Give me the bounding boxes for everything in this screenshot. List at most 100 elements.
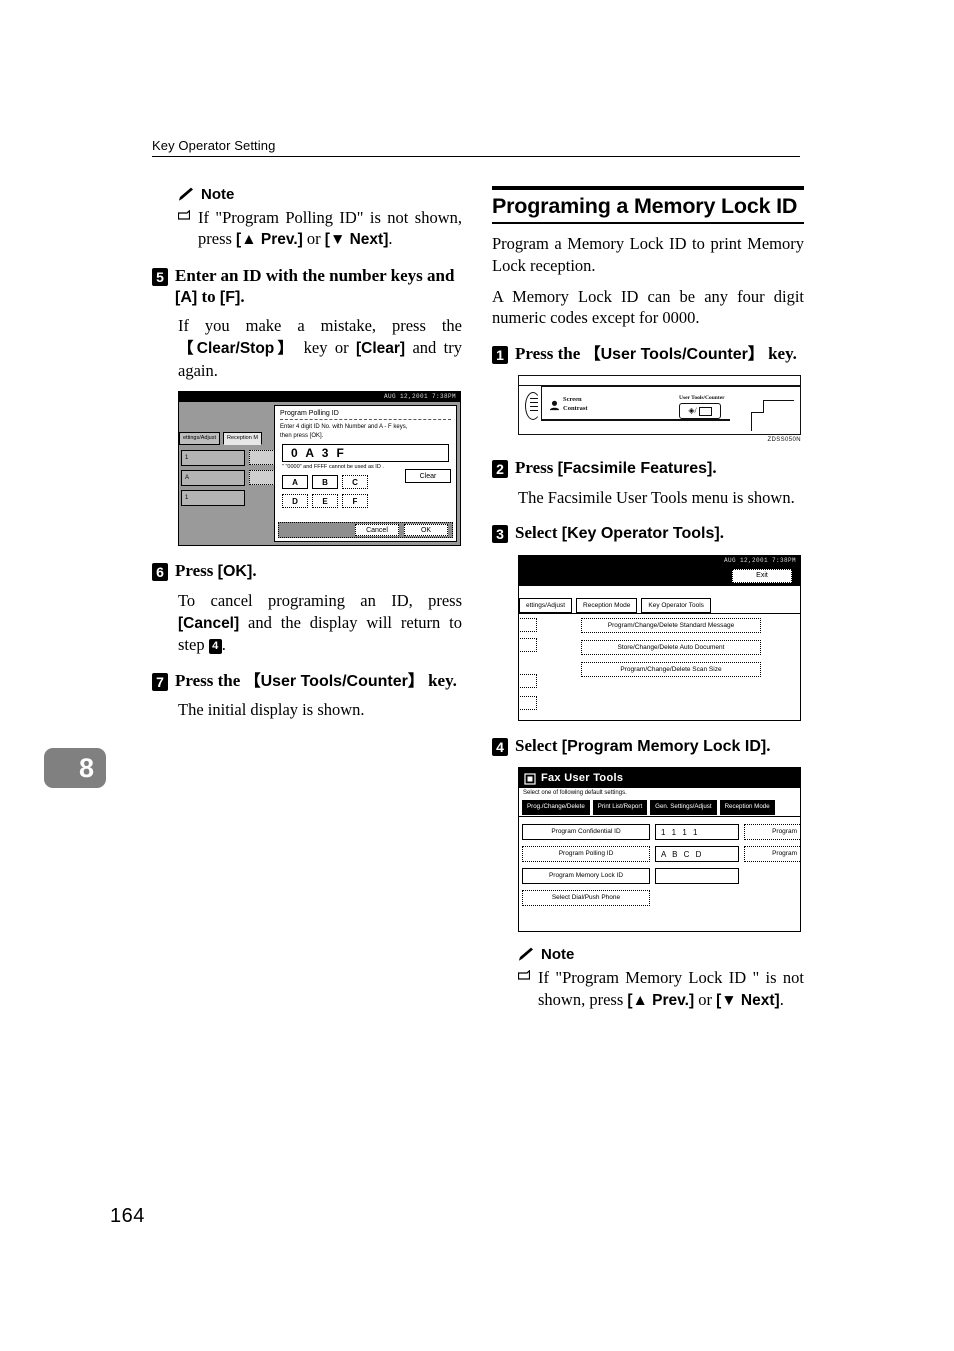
fax-button-program-polling-id[interactable]: Program Polling ID [522, 846, 650, 863]
step-3: 3 Select [Key Operator Tools]. [492, 522, 804, 544]
step-6-body: To cancel programing an ID, press [Cance… [178, 590, 462, 656]
lcd-tab-settings-adjust-2[interactable]: ettings/Adjust [519, 597, 573, 613]
lcd-left-button-2[interactable]: A [181, 470, 245, 487]
panel-tick-1 [530, 398, 538, 400]
lcd-side-button-3[interactable] [519, 673, 537, 688]
lcd-tab-reception-mode[interactable]: Reception M [223, 432, 262, 446]
section-title: Programing a Memory Lock ID [492, 194, 798, 218]
pencil-icon [178, 187, 195, 202]
key-f[interactable]: F [342, 493, 368, 508]
step-7-title-part1: Press the [175, 670, 245, 690]
step-4-title-key1: [Program Memory Lock ID] [561, 737, 767, 755]
lcd-left-button-1[interactable]: 1 [181, 450, 245, 467]
dialog-cancel-button[interactable]: Cancel [355, 524, 399, 537]
key-c[interactable]: C [342, 474, 368, 489]
note-item: If "Program Polling ID" is not shown, pr… [178, 207, 462, 251]
step-6-body-step-ref: 4 [208, 638, 222, 654]
right-column: Programing a Memory Lock ID Program a Me… [492, 186, 804, 1015]
step-1-title-key1: 【User Tools/Counter】 [584, 346, 764, 364]
user-tools-counter-label: User Tools/Counter [679, 395, 725, 402]
step-1-title-part2: key. [763, 344, 797, 364]
lcd-tab-reception-mode-2[interactable]: Reception Mode [576, 597, 638, 613]
fax-tab-reception-mode[interactable]: Reception Mode [719, 800, 775, 816]
lcd-menu-button-standard-message[interactable]: Program/Change/Delete Standard Message [581, 617, 761, 633]
lcd-side-button-1[interactable] [519, 617, 537, 632]
section-rule-bottom [492, 222, 804, 224]
dialog-clear-button[interactable]: Clear [405, 469, 451, 484]
note-heading-text: Note [201, 186, 235, 203]
step-7-title: Press the 【User Tools/Counter】 key. [175, 670, 462, 692]
step-4: 4 Select [Program Memory Lock ID]. [492, 735, 804, 757]
lcd-tab-settings-adjust[interactable]: ettings/Adjust [179, 432, 221, 446]
note2-key-2: [▼ Next] [716, 991, 780, 1009]
step-6-body-part3: . [221, 634, 226, 654]
panel-inner-line [541, 385, 800, 387]
note-bullet-icon [178, 207, 191, 251]
lcd-menu-button-scan-size[interactable]: Program/Change/Delete Scan Size [581, 661, 761, 677]
lcd-tab-row-2: ettings/Adjust Reception Mode Key Operat… [519, 597, 711, 613]
screen-contrast-line-1: Screen [563, 396, 582, 404]
lcd-left-button-3[interactable]: 1 [181, 490, 245, 507]
lcd-status-bar-2: AUG 12,2001 7:38PM [519, 555, 800, 566]
lcd-menu-button-auto-document[interactable]: Store/Change/Delete Auto Document [581, 639, 761, 655]
fax-value-polling-id[interactable]: A B C D [655, 846, 739, 863]
step-5-number: 5 [152, 267, 168, 286]
lcd-side-button-4[interactable] [519, 695, 537, 710]
key-e[interactable]: E [312, 493, 338, 508]
fax-value-memory-lock-id[interactable] [655, 868, 739, 885]
note2-text-2: or [694, 989, 717, 1009]
step-2-body: The Facsimile User Tools menu is shown. [518, 487, 795, 507]
fax-value-confidential-id[interactable]: 1 1 1 1 [655, 824, 739, 841]
step-3-title-part1: Select [515, 523, 562, 543]
fax-right-button-1[interactable]: Program [744, 824, 800, 841]
step-1-title-part1: Press the [515, 344, 585, 364]
step-7-number: 7 [152, 672, 168, 691]
screen-contrast-label: Screen Contrast [563, 396, 588, 412]
fax-right-button-2[interactable]: Program [744, 846, 800, 863]
step-5-body-key2: [Clear] [355, 340, 406, 358]
section-heading: Programing a Memory Lock ID [492, 186, 804, 224]
step-2: 2 Press [Facsimile Features]. [492, 457, 804, 479]
page-number: 164 [110, 1205, 145, 1227]
running-header-text: Key Operator Setting [152, 138, 276, 153]
step-5-title-part2: to [197, 287, 220, 307]
step-6-number: 6 [152, 563, 168, 582]
key-b[interactable]: B [312, 474, 338, 489]
fax-tab-print-list-report[interactable]: Print List/Report [592, 800, 648, 816]
step-1-number: 1 [492, 346, 508, 365]
lcd-screen-key-operator-tools: AUG 12,2001 7:38PM Exit ettings/Adjust R… [518, 554, 801, 721]
lcd-exit-button[interactable]: Exit [732, 568, 792, 583]
header-rule [152, 156, 800, 157]
step-6-title: Press [OK]. [175, 560, 462, 582]
step-6-body-part1: To cancel programing an ID, press [178, 590, 462, 610]
step-5-title-key2: [F] [219, 289, 241, 307]
lcd-side-button-2[interactable] [519, 637, 537, 652]
fax-button-program-memory-lock-id[interactable]: Program Memory Lock ID [522, 868, 650, 885]
page-running-header: Key Operator Setting [152, 138, 800, 157]
lcd-tab-key-operator-tools[interactable]: Key Operator Tools [641, 597, 711, 613]
note-heading-text-2: Note [541, 946, 575, 964]
dialog-ok-button[interactable]: OK [404, 524, 448, 537]
tools-glyph-icon: ◈/ [688, 406, 697, 416]
dialog-id-entry-field[interactable]: 0 A 3 F [282, 443, 449, 462]
section-intro-2: A Memory Lock ID can be any four digit n… [492, 286, 804, 328]
control-panel-illustration: Screen Contrast User Tools/Counter ◈/ [518, 375, 801, 436]
step-4-title-part1: Select [515, 735, 562, 755]
step-2-title: Press [Facsimile Features]. [515, 457, 804, 479]
user-tools-counter-key[interactable]: ◈/ [679, 403, 721, 420]
note-heading-right: Note [518, 946, 804, 963]
fax-tools-tab-underline [519, 816, 800, 818]
lcd-white-gap [519, 585, 800, 598]
section-intro-1: Program a Memory Lock ID to print Memory… [492, 234, 804, 275]
note-item-text: If "Program Polling ID" is not shown, pr… [198, 207, 462, 251]
key-d[interactable]: D [282, 493, 308, 508]
note2-text-3: . [779, 989, 784, 1009]
fax-tab-prog-change-delete[interactable]: Prog./Change/Delete [522, 800, 590, 816]
chapter-tab-number: 8 [78, 752, 94, 783]
step-1: 1 Press the 【User Tools/Counter】 key. [492, 343, 804, 365]
step-7: 7 Press the 【User Tools/Counter】 key. [152, 670, 462, 692]
fax-tab-gen-settings-adjust[interactable]: Gen. Settings/Adjust [650, 800, 717, 816]
fax-button-select-dial-push-phone[interactable]: Select Dial/Push Phone [522, 890, 650, 907]
key-a[interactable]: A [282, 474, 308, 489]
fax-button-program-confidential-id[interactable]: Program Confidential ID [522, 824, 650, 841]
